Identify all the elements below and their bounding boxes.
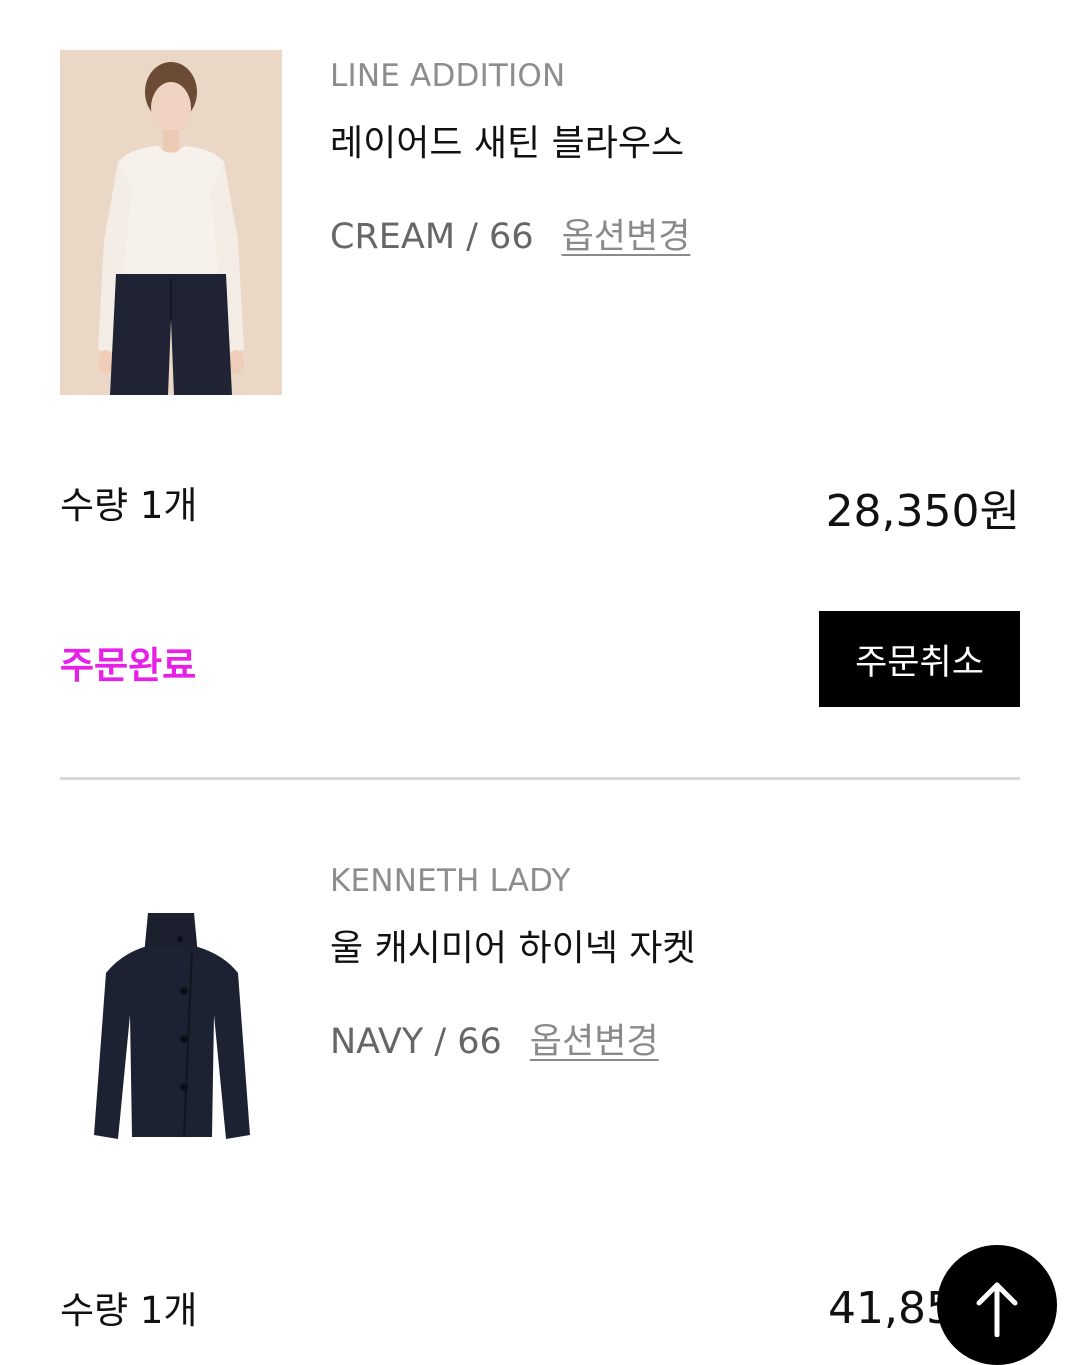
product-option-row: CREAM / 66 옵션변경	[330, 208, 690, 259]
product-photo-blouse	[60, 50, 282, 395]
product-image[interactable]	[60, 855, 282, 1200]
price-label: 28,350원	[825, 486, 1020, 537]
product-name[interactable]: 울 캐시미어 하이넥 자켓	[330, 919, 696, 971]
option-change-link[interactable]: 옵션변경	[530, 1022, 659, 1062]
order-item: KENNETH LADY 울 캐시미어 하이넥 자켓 NAVY / 66 옵션변경…	[60, 855, 1020, 1338]
divider	[60, 777, 1020, 780]
quantity-label: 수량 1개	[60, 1289, 198, 1332]
arrow-up-icon	[976, 1282, 1018, 1337]
order-item: LINE ADDITION 레이어드 새틴 블라우스 CREAM / 66 옵션변…	[60, 50, 1020, 710]
product-image[interactable]	[60, 50, 282, 395]
scroll-top-button[interactable]	[937, 1245, 1057, 1365]
quantity-label: 수량 1개	[60, 484, 198, 527]
product-brand: LINE ADDITION	[330, 58, 566, 94]
product-option-row: NAVY / 66 옵션변경	[330, 1013, 659, 1064]
price-label: 41,85	[828, 1283, 954, 1334]
product-name[interactable]: 레이어드 새틴 블라우스	[330, 114, 684, 166]
order-status: 주문완료	[60, 644, 197, 687]
product-option: NAVY / 66	[330, 1022, 502, 1062]
option-change-link[interactable]: 옵션변경	[562, 217, 691, 257]
product-option: CREAM / 66	[330, 217, 534, 257]
product-brand: KENNETH LADY	[330, 863, 571, 899]
product-photo-jacket	[60, 855, 282, 1200]
cancel-order-button[interactable]: 주문취소	[819, 611, 1020, 707]
